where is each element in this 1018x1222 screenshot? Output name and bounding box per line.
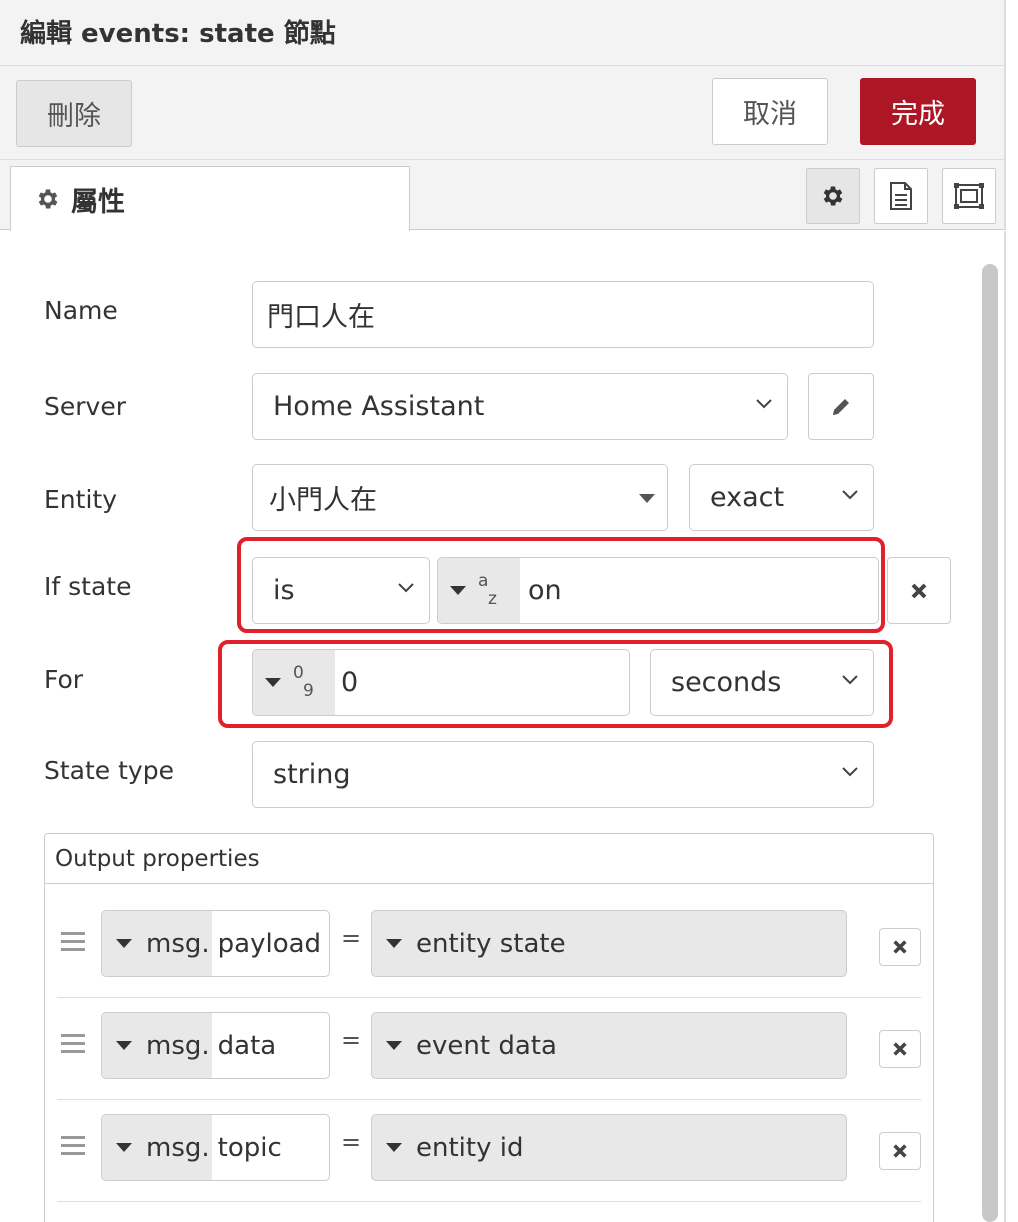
output-property-name: topic: [217, 1132, 282, 1163]
caret-down-icon: [386, 1041, 402, 1050]
caret-down-icon: [386, 1143, 402, 1152]
msg-prefix: msg.: [146, 928, 210, 959]
description-tab-button[interactable]: [874, 168, 928, 224]
edit-server-button[interactable]: [808, 373, 874, 440]
chevron-down-icon: [842, 490, 858, 500]
for-value: 0: [341, 667, 359, 698]
delete-button[interactable]: 刪除: [16, 80, 132, 147]
drag-handle-icon[interactable]: [61, 932, 85, 956]
entity-match-value: exact: [710, 482, 785, 513]
remove-row-button[interactable]: [879, 1030, 921, 1068]
type-selector[interactable]: 09: [253, 650, 335, 715]
close-icon: [893, 1144, 907, 1158]
tray-toolbar: 刪除 取消 完成: [0, 66, 1006, 160]
pencil-icon: [833, 398, 849, 415]
done-button[interactable]: 完成: [860, 78, 976, 145]
remove-row-button[interactable]: [879, 1132, 921, 1170]
if-state-typed-input[interactable]: az on: [437, 557, 879, 624]
output-property-input[interactable]: msg. topic: [101, 1114, 330, 1181]
frame-icon: [954, 183, 984, 209]
equals-sign: =: [341, 924, 362, 952]
chevron-down-icon: [842, 767, 858, 777]
string-type-icon: az: [478, 570, 497, 609]
type-selector[interactable]: msg.: [102, 911, 212, 976]
caret-down-icon: [639, 494, 655, 503]
if-state-label: If state: [44, 572, 132, 601]
if-state-operator-select[interactable]: is: [252, 557, 430, 624]
state-type-value: string: [273, 759, 351, 790]
gear-icon: [823, 186, 843, 206]
remove-row-button[interactable]: [879, 928, 921, 966]
chevron-down-icon: [398, 583, 414, 593]
output-property-input[interactable]: msg. data: [101, 1012, 330, 1079]
output-value-select[interactable]: event data: [371, 1012, 847, 1079]
entity-match-select[interactable]: exact: [689, 464, 874, 531]
output-row: msg. topic = entity id: [57, 1100, 921, 1202]
output-value: entity id: [416, 1132, 524, 1163]
output-value-select[interactable]: entity id: [371, 1114, 847, 1181]
output-property-input[interactable]: msg. payload: [101, 910, 330, 977]
output-properties-panel: Output properties msg. payload = entity …: [44, 833, 934, 1222]
document-icon: [890, 182, 912, 210]
for-unit-select[interactable]: seconds: [650, 649, 874, 716]
entity-value: 小門人在: [269, 485, 377, 516]
caret-down-icon: [116, 1041, 132, 1050]
server-label: Server: [44, 392, 126, 421]
tray-title: 編輯 events: state 節點: [20, 19, 336, 49]
tab-bar: 屬性: [0, 160, 1006, 231]
close-icon: [911, 583, 927, 598]
type-selector[interactable]: az: [438, 558, 520, 623]
caret-down-icon: [386, 939, 402, 948]
cancel-button[interactable]: 取消: [712, 78, 828, 145]
gear-icon: [38, 189, 58, 209]
entity-combobox[interactable]: 小門人在: [252, 464, 668, 531]
if-state-operator-value: is: [273, 575, 295, 606]
appearance-tab-button[interactable]: [942, 168, 996, 224]
output-row: msg. data = event data: [57, 998, 921, 1100]
caret-down-icon: [450, 586, 466, 595]
equals-sign: =: [341, 1026, 362, 1054]
caret-down-icon: [265, 678, 281, 687]
server-select[interactable]: Home Assistant: [252, 373, 788, 440]
output-properties-title: Output properties: [45, 834, 933, 884]
for-label: For: [44, 665, 84, 694]
tab-properties-label: 屬性: [71, 186, 125, 218]
entity-label: Entity: [44, 485, 117, 514]
chevron-down-icon: [842, 675, 858, 685]
for-typed-input[interactable]: 09 0: [252, 649, 630, 716]
tab-properties[interactable]: 屬性: [10, 166, 410, 231]
caret-down-icon: [116, 1143, 132, 1152]
output-value: entity state: [416, 928, 566, 959]
msg-prefix: msg.: [146, 1030, 210, 1061]
number-type-icon: 09: [293, 662, 314, 701]
clear-if-state-button[interactable]: [887, 557, 951, 624]
close-icon: [893, 940, 907, 954]
caret-down-icon: [116, 939, 132, 948]
state-type-label: State type: [44, 756, 174, 785]
name-value: 門口人在: [267, 302, 375, 333]
name-label: Name: [44, 296, 118, 325]
tray-header: 編輯 events: state 節點: [0, 0, 1006, 66]
state-type-select[interactable]: string: [252, 741, 874, 808]
for-unit-value: seconds: [671, 667, 782, 698]
output-value-select[interactable]: entity state: [371, 910, 847, 977]
type-selector[interactable]: msg.: [102, 1115, 212, 1180]
output-property-name: payload: [217, 928, 322, 959]
scrollbar[interactable]: [982, 264, 998, 1222]
properties-tab-button[interactable]: [806, 168, 860, 224]
server-value: Home Assistant: [273, 391, 485, 422]
drag-handle-icon[interactable]: [61, 1034, 85, 1058]
equals-sign: =: [341, 1128, 362, 1156]
name-input[interactable]: 門口人在: [252, 281, 874, 348]
output-row: msg. payload = entity state: [57, 896, 921, 998]
close-icon: [893, 1042, 907, 1056]
output-property-name: data: [217, 1030, 277, 1061]
if-state-value: on: [528, 575, 562, 606]
output-value: event data: [416, 1030, 557, 1061]
type-selector[interactable]: msg.: [102, 1013, 212, 1078]
chevron-down-icon: [756, 399, 772, 409]
drag-handle-icon[interactable]: [61, 1136, 85, 1160]
msg-prefix: msg.: [146, 1132, 210, 1163]
